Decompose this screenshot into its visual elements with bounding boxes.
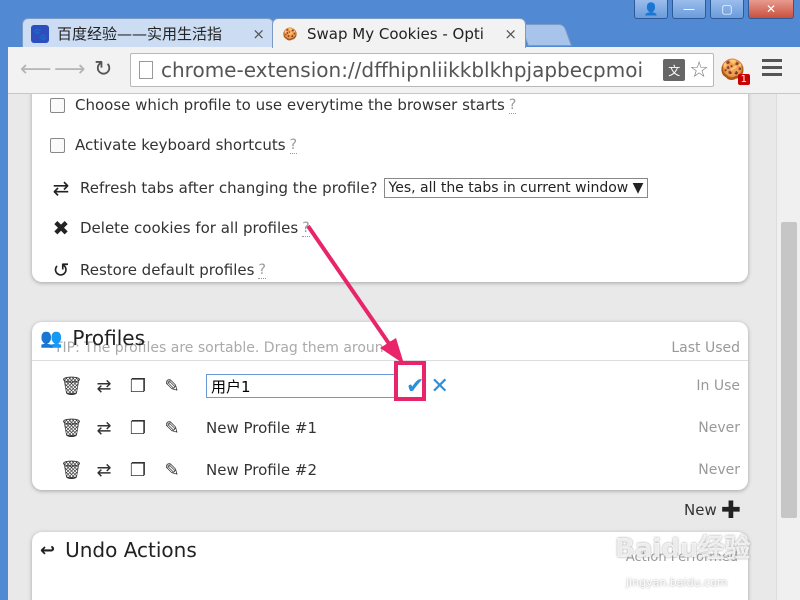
cookie-icon: 🍪 — [282, 26, 298, 41]
watermark-url: jingyan.baidu.com — [626, 576, 728, 589]
arrow-shaft — [306, 224, 394, 350]
tab-close-icon[interactable]: × — [504, 25, 517, 43]
annotation-arrow — [306, 224, 404, 364]
baidu-watermark: Baidu经验 — [615, 534, 751, 564]
browser-frame: 👤 — ▢ ✕ 🐾 百度经验——实用生活指 × 🍪 Swap My Cookie… — [0, 0, 800, 600]
tab-swap-my-cookies[interactable]: 🍪 Swap My Cookies - Opti × — [272, 18, 526, 48]
tab-title: Swap My Cookies - Opti — [307, 24, 484, 43]
highlight-box — [394, 361, 426, 401]
